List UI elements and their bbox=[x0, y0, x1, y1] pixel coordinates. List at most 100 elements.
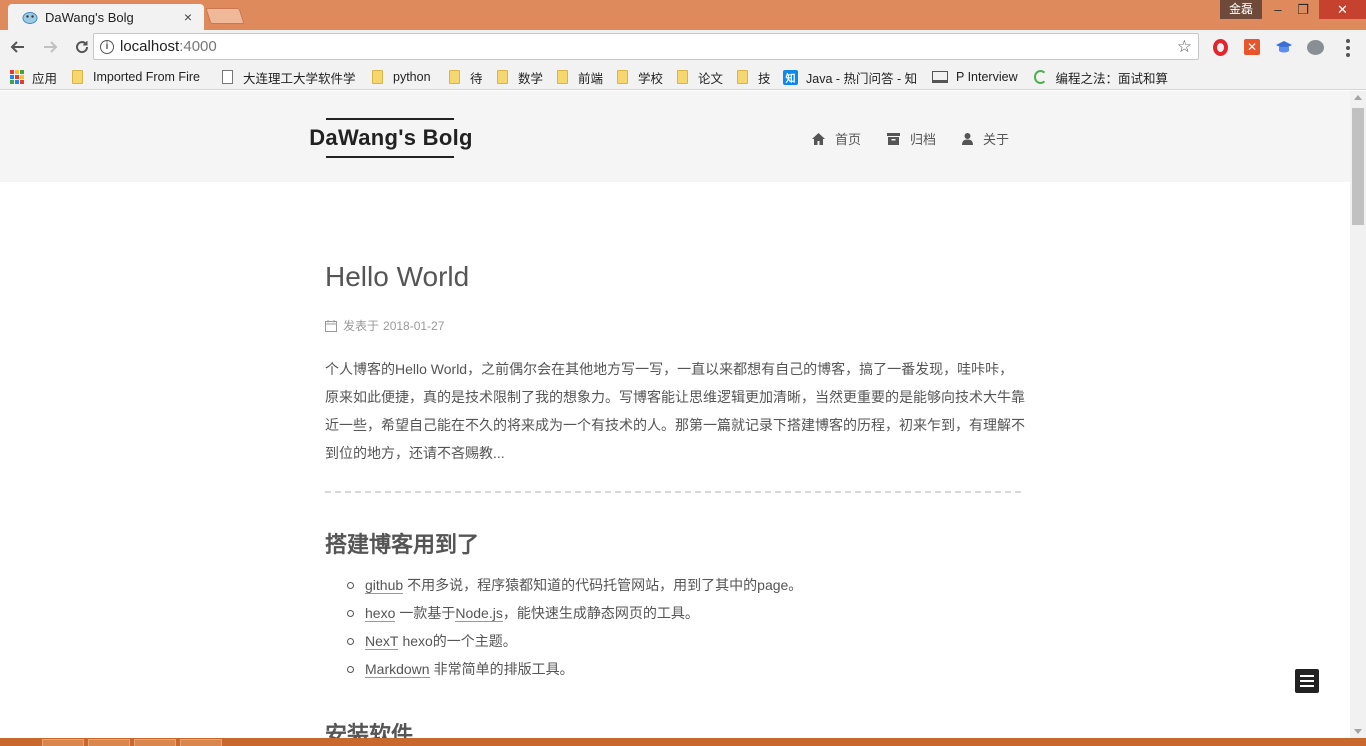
bookmark-python[interactable]: python bbox=[372, 68, 431, 86]
folder-icon bbox=[677, 70, 688, 84]
post-meta: 发表于 2018-01-27 bbox=[325, 317, 444, 334]
site-favicon-icon bbox=[22, 10, 38, 24]
bookmark-apps[interactable]: 应用 bbox=[10, 68, 57, 86]
nav-archive[interactable]: 归档 bbox=[887, 129, 936, 148]
folder-icon bbox=[372, 70, 383, 84]
bookmark-zhihu-java[interactable]: 知 Java - 热门问答 - 知 bbox=[783, 68, 919, 86]
section-heading-install: 安装软件 bbox=[325, 722, 414, 738]
post-date: 2018-01-27 bbox=[383, 318, 445, 333]
tab-title: DaWang's Bolg bbox=[45, 9, 134, 25]
excerpt-line: 到位的地方，还请不吝赐教... bbox=[325, 445, 505, 461]
folder-icon bbox=[497, 70, 508, 84]
folder-icon bbox=[72, 70, 83, 84]
github-link[interactable]: github bbox=[365, 577, 404, 594]
bookmark-dlut[interactable]: 大连理工大学软件学 bbox=[222, 68, 358, 86]
bookmark-star-icon[interactable]: ☆ bbox=[1177, 37, 1192, 57]
excerpt-line: 个人博客的Hello World，之前偶尔会在其他地方写一写，一直以来都想有自己… bbox=[325, 361, 1014, 377]
graduation-cap-extension-icon[interactable] bbox=[1274, 37, 1294, 57]
back-button[interactable] bbox=[4, 33, 32, 61]
computer-icon bbox=[932, 71, 948, 83]
forward-button[interactable] bbox=[36, 33, 64, 61]
bookmark-dai[interactable]: 待 bbox=[449, 68, 483, 86]
site-info-icon[interactable]: i bbox=[100, 39, 114, 54]
page-scrollbar[interactable] bbox=[1350, 91, 1366, 738]
folder-icon bbox=[449, 70, 460, 84]
list-item: NexT hexo的一个主题。 bbox=[347, 627, 802, 655]
taskbar-item[interactable] bbox=[42, 739, 84, 746]
archive-icon bbox=[887, 132, 901, 145]
scrollbar-thumb[interactable] bbox=[1352, 108, 1364, 225]
browser-toolbar: i localhost:4000 ☆ ✕ bbox=[0, 30, 1366, 64]
excerpt-line: 原来如此便捷，真的是技术限制了我的想象力。写博客能让思维逻辑更加清晰，当然更重要… bbox=[325, 389, 1025, 405]
folder-icon bbox=[737, 70, 748, 84]
brand-line-top bbox=[326, 118, 454, 120]
section-heading-setup: 搭建博客用到了 bbox=[325, 532, 480, 557]
minimize-button[interactable]: – bbox=[1265, 0, 1291, 19]
excerpt-line: 近一些，希望自己能在不久的将来成为一个有技术的人。那第一篇就记录下搭建博客的历程… bbox=[325, 417, 1025, 433]
reload-button[interactable] bbox=[68, 33, 96, 61]
home-icon bbox=[812, 132, 825, 145]
x-extension-icon[interactable]: ✕ bbox=[1242, 37, 1262, 57]
list-item: hexo 一款基于 Node.js ，能快速生成静态网页的工具。 bbox=[347, 599, 802, 627]
sidebar-toggle-menu-icon[interactable] bbox=[1295, 669, 1319, 693]
opera-extension-icon[interactable] bbox=[1210, 37, 1230, 57]
scroll-up-icon[interactable] bbox=[1354, 95, 1362, 100]
bookmark-p-interview[interactable]: P Interview bbox=[932, 68, 1018, 86]
bookmark-frontend[interactable]: 前端 bbox=[557, 68, 603, 86]
bookmark-tech[interactable]: 技 bbox=[737, 68, 771, 86]
post-title[interactable]: Hello World bbox=[325, 261, 469, 293]
hexo-link[interactable]: hexo bbox=[365, 605, 396, 622]
new-tab-button[interactable] bbox=[205, 8, 245, 24]
apps-grid-icon bbox=[10, 70, 24, 84]
site-brand-name: DaWang's Bolg bbox=[309, 125, 473, 150]
bullet-icon bbox=[347, 637, 354, 645]
markdown-link[interactable]: Markdown bbox=[365, 661, 430, 678]
user-icon bbox=[962, 132, 974, 145]
post-meta-label: 发表于 bbox=[343, 319, 380, 333]
site-nav: 首页 归档 关于 bbox=[812, 129, 1035, 148]
url-text: localhost:4000 bbox=[120, 38, 217, 55]
list-item: Markdown 非常简单的排版工具。 bbox=[347, 655, 802, 683]
nav-home[interactable]: 首页 bbox=[812, 129, 861, 148]
next-theme-link[interactable]: NexT bbox=[365, 633, 399, 650]
bookmark-papers[interactable]: 论文 bbox=[677, 68, 723, 86]
page-viewport: DaWang's Bolg 首页 归档 关于 Hello World 发表于 2… bbox=[0, 91, 1350, 738]
close-window-button[interactable]: ✕ bbox=[1319, 0, 1366, 19]
page-icon bbox=[222, 70, 233, 84]
browser-menu-icon[interactable] bbox=[1340, 38, 1356, 58]
reload-icon bbox=[76, 41, 89, 54]
tab-close-icon[interactable]: × bbox=[180, 9, 196, 25]
bullet-icon bbox=[347, 665, 354, 673]
nodejs-link[interactable]: Node.js bbox=[455, 605, 503, 622]
browser-tab-active[interactable]: DaWang's Bolg × bbox=[8, 4, 204, 30]
maximize-button[interactable]: ❐ bbox=[1290, 0, 1316, 19]
forward-arrow-icon bbox=[44, 41, 58, 53]
os-taskbar bbox=[0, 738, 1366, 746]
calendar-icon bbox=[325, 319, 337, 332]
tool-list: github 不用多说，程序猿都知道的代码托管网站，用到了其中的page。 he… bbox=[347, 571, 802, 683]
nav-about[interactable]: 关于 bbox=[962, 129, 1009, 148]
excerpt-divider bbox=[325, 491, 1021, 493]
profile-button[interactable]: 金磊 bbox=[1220, 0, 1262, 19]
zhihu-icon: 知 bbox=[783, 69, 798, 85]
post-excerpt: 个人博客的Hello World，之前偶尔会在其他地方写一写，一直以来都想有自己… bbox=[325, 355, 1025, 467]
bookmark-math[interactable]: 数学 bbox=[497, 68, 543, 86]
bullet-icon bbox=[347, 581, 354, 589]
back-arrow-icon bbox=[10, 41, 24, 53]
site-header: DaWang's Bolg 首页 归档 关于 bbox=[0, 91, 1350, 182]
taskbar-item[interactable] bbox=[134, 739, 176, 746]
bookmark-programming[interactable]: 编程之法：面试和算 bbox=[1034, 68, 1168, 86]
bookmark-school[interactable]: 学校 bbox=[617, 68, 663, 86]
folder-icon bbox=[617, 70, 628, 84]
address-bar[interactable]: i localhost:4000 ☆ bbox=[93, 33, 1199, 60]
bullet-icon bbox=[347, 609, 354, 617]
swirl-icon bbox=[1034, 70, 1048, 84]
scroll-down-icon[interactable] bbox=[1354, 729, 1362, 734]
brand-line-bottom bbox=[326, 156, 454, 158]
taskbar-item[interactable] bbox=[180, 739, 222, 746]
taskbar-item[interactable] bbox=[88, 739, 130, 746]
browser-title-bar: DaWang's Bolg × 金磊 – ❐ ✕ bbox=[0, 0, 1366, 30]
list-item: github 不用多说，程序猿都知道的代码托管网站，用到了其中的page。 bbox=[347, 571, 802, 599]
bookmark-imported[interactable]: Imported From Fire bbox=[72, 68, 208, 86]
chat-extension-icon[interactable] bbox=[1305, 37, 1325, 57]
